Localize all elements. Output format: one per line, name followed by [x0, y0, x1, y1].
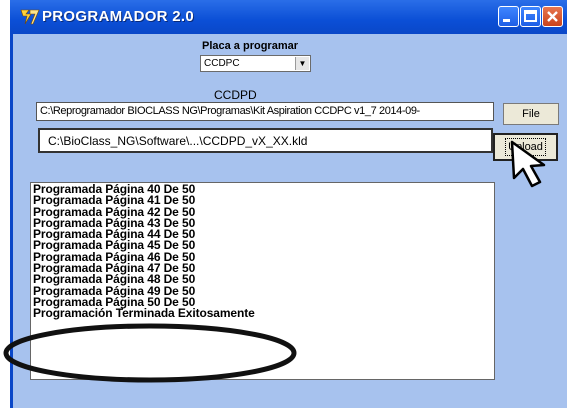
- mouse-pointer-icon: [510, 140, 546, 188]
- title-bar[interactable]: PROGRAMADOR 2.0: [10, 0, 567, 34]
- minimize-icon: [503, 19, 510, 22]
- minimize-button[interactable]: [498, 6, 519, 27]
- board-select-value: CCDPC: [204, 58, 240, 69]
- board-select[interactable]: CCDPC ▼: [200, 55, 311, 72]
- close-icon: [547, 11, 558, 22]
- maximize-icon: [524, 10, 537, 22]
- app-logo-icon: [20, 9, 40, 25]
- file-button[interactable]: File: [503, 103, 559, 125]
- log-success-line: Programación Terminada Exitosamente: [33, 306, 255, 321]
- firmware-path-field[interactable]: C:\Reprogramador BIOCLASS NG\Programas\K…: [36, 102, 494, 121]
- file-section-label: CCDPD: [214, 88, 257, 102]
- chevron-down-icon[interactable]: ▼: [295, 57, 309, 70]
- highlight-ellipse: [3, 323, 297, 383]
- window-title: PROGRAMADOR 2.0: [42, 8, 195, 25]
- close-button[interactable]: [542, 6, 563, 27]
- board-label: Placa a programar: [202, 40, 298, 52]
- maximize-button[interactable]: [520, 6, 541, 27]
- kld-path-field[interactable]: C:\BioClass_NG\Software\...\CCDPD_vX_XX.…: [38, 128, 493, 153]
